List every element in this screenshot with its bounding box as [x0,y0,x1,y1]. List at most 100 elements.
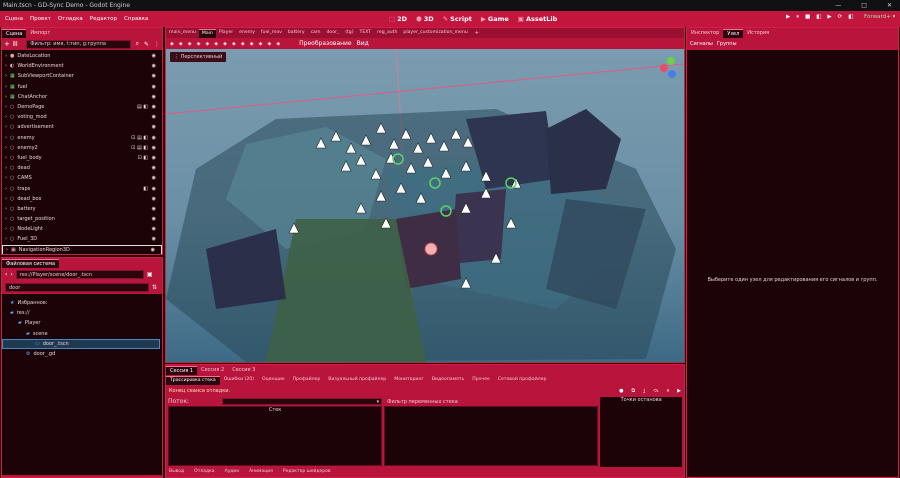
expand-icon[interactable]: › [2,53,10,59]
menu-transform[interactable]: Преобразование [299,40,351,47]
footer-tab-4[interactable]: Редактор шейдеров [283,469,331,474]
link-icon[interactable]: ⛓ [12,41,18,47]
fs-item[interactable]: ▰ Player [2,318,162,328]
expand-icon[interactable]: › [2,165,10,171]
menu-view[interactable]: Вид [357,40,369,47]
fs-item[interactable]: ▭ door_.tscn [2,338,160,349]
tree-node[interactable]: › ● DateLocation ◉ [2,51,162,61]
scene-tab-10[interactable]: reg_auth [374,29,400,38]
copy-icon[interactable]: ⧉ [631,388,635,394]
fs-item[interactable]: ▰ scene [2,329,162,339]
minimize-button[interactable]: — [835,2,841,9]
gizmo-y-icon[interactable] [667,57,675,65]
visibility-eye-icon[interactable]: ◉ [152,226,156,232]
expand-icon[interactable]: › [2,155,10,161]
visibility-eye-icon[interactable]: ◉ [152,216,156,222]
break-icon[interactable]: ⏸ [667,388,670,394]
visibility-eye-icon[interactable]: ◉ [152,73,156,79]
fs-item[interactable]: ★ Избранное: [2,298,162,308]
debugger-tab-6[interactable]: Видеопамять [428,376,468,385]
script-icon[interactable]: ✎ [144,41,149,48]
scene-tab-7[interactable]: door_ [323,29,342,38]
inspector-tab-1[interactable]: Узел [723,29,744,38]
path-field[interactable]: res://Player/scene/door_.tscn [15,270,144,279]
visibility-eye-icon[interactable]: ◉ [152,175,156,181]
visibility-eye-icon[interactable]: ◉ [152,63,156,69]
scale-icon[interactable]: ◈ [197,41,201,47]
debugger-tab-4[interactable]: Визуальный профайлер [324,376,390,385]
scene-tab-6[interactable]: cam [308,29,324,38]
node-status-icons[interactable]: ⊡ ◧ [137,155,148,161]
tree-node[interactable]: › ○ CAMS ◉ [2,173,162,183]
scene-filter-input[interactable]: Фильтр: имя, t:тип, g:группа [26,39,131,49]
menu-3[interactable]: Редактор [90,16,117,22]
tree-node[interactable]: › ▦ ChatAnchor ◉ [2,92,162,102]
scene-tab-0[interactable]: main_menu [166,29,199,38]
visibility-eye-icon[interactable]: ◉ [152,94,156,100]
footer-tab-3[interactable]: Анимация [249,469,273,474]
visibility-eye-icon[interactable]: ◉ [152,206,156,212]
back-icon[interactable]: ‹ [5,271,7,278]
tree-node[interactable]: › ▦ SubViewportContainer ◉ [2,71,162,81]
gizmo-z-icon[interactable] [668,70,676,78]
tree-node[interactable]: › ○ battery ◉ [2,204,162,214]
inspector-subtab-1[interactable]: Группы [717,41,737,47]
tree-node[interactable]: › ◐ WorldEnvironment ◉ [2,61,162,71]
visibility-eye-icon[interactable]: ◉ [152,53,156,59]
gizmo-x-icon[interactable] [660,64,668,72]
light-icon[interactable]: ◈ [259,41,263,47]
reload-icon[interactable]: ⟳ [838,14,843,21]
renderer-select[interactable]: Forward+ ▾ [864,14,895,20]
forward-icon[interactable]: › [10,271,12,278]
expand-icon[interactable]: › [2,226,10,232]
step-into-icon[interactable]: ⤓ [643,388,645,394]
door-marker-icon[interactable] [424,242,438,256]
session-tab-0[interactable]: Сессия 1 [166,366,198,375]
visibility-eye-icon[interactable]: ◉ [152,236,156,242]
tree-node[interactable]: › ○ Fuel_3D ◉ [2,234,162,244]
session-tab-1[interactable]: Сессия 2 [197,366,228,375]
debugger-tab-2[interactable]: Оценщик [258,376,289,385]
tree-node[interactable]: › ▦ fuel ◉ [2,82,162,92]
stop-icon[interactable]: ■ [805,14,810,21]
menu-2[interactable]: Отладка [58,16,83,22]
menu-4[interactable]: Справка [124,16,148,22]
filter-icon[interactable]: ⌕ [136,40,139,48]
split-view-icon[interactable]: ▣ [147,271,153,278]
remote-icon[interactable]: ◧ [816,14,821,21]
file-search-input[interactable]: door [5,283,149,292]
tree-node[interactable]: › ○ advertisement ◉ [2,122,162,132]
tree-node[interactable]: › ○ DemoPage ▤ ◧ ◉ [2,102,162,112]
footer-tab-1[interactable]: Отладка [194,469,214,474]
tab-1[interactable]: Импорт [26,29,54,38]
filesystem-tab[interactable]: Файловая система [2,259,60,268]
menu-1[interactable]: Проект [30,16,51,22]
expand-icon[interactable]: › [2,175,10,181]
add-node-icon[interactable]: + [4,40,10,48]
maximize-button[interactable]: □ [861,2,867,9]
expand-icon[interactable]: › [2,73,10,79]
debugger-tab-3[interactable]: Профайлер [289,376,325,385]
debugger-tab-1[interactable]: Ошибки (20) [220,376,258,385]
workspace-script[interactable]: ✎ Script [443,15,472,23]
scene-tab-8[interactable]: (tg) [342,29,356,38]
tree-node[interactable]: › ○ dead ◉ [2,163,162,173]
sort-icon[interactable]: ⇅ [152,284,157,291]
step-over-icon[interactable]: ⤼ [653,388,658,394]
breakpoint-icon[interactable]: ● [619,388,623,394]
play-scene-icon[interactable]: ▶ [827,14,831,21]
scene-tab-4[interactable]: fuel_mov [258,29,285,38]
camera-icon[interactable]: ◈ [250,41,254,47]
workspace-2d[interactable]: ⬚ 2D [389,15,407,23]
close-button[interactable]: ✕ [887,2,892,9]
inspector-tab-0[interactable]: Инспектор [687,29,723,38]
tree-node[interactable]: › ○ fuel_body ⊡ ◧ ◉ [2,153,162,163]
visibility-eye-icon[interactable]: ◉ [152,165,156,171]
continue-icon[interactable]: ▶ [677,388,681,394]
more-icon[interactable]: ◈ [276,41,280,47]
tree-node[interactable]: › ○ dead_box ◉ [2,194,162,204]
perspective-button[interactable]: ⋮ Перспективный [170,52,227,62]
workspace-game[interactable]: ▶ Game [481,15,509,23]
tree-node[interactable]: › ○ enemy2 ⊡ ▤ ◧ ◉ [2,143,162,153]
node-status-icons[interactable]: ⊡ ▤ ◧ [131,145,148,151]
